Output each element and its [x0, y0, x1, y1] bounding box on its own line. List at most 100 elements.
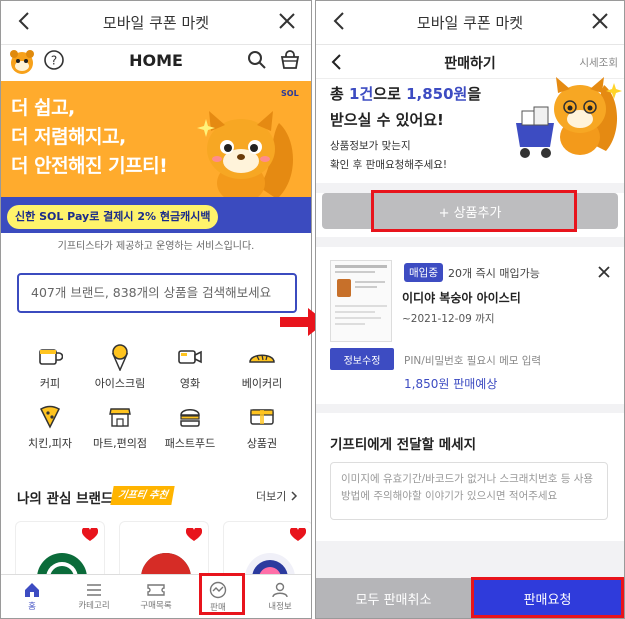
search-icon	[248, 51, 266, 69]
market-price-link[interactable]: 시세조회	[579, 55, 618, 70]
remove-item-button[interactable]	[598, 263, 610, 282]
coffee-cup-icon	[39, 349, 63, 365]
tab-home[interactable]: 홈	[1, 575, 63, 618]
headline-amount: 1,850원	[406, 85, 468, 103]
banner-promo-pill: 신한 SOL Pay로 결제시 2% 현금캐시백	[7, 205, 219, 229]
tab-my-info[interactable]: 내정보	[249, 575, 311, 618]
notice-line-1: 상품정보가 맞는지	[330, 140, 411, 152]
heart-icon[interactable]	[82, 528, 98, 542]
pizza-slice-icon	[40, 405, 60, 429]
sell-title: 판매하기	[444, 56, 496, 72]
headline-line-1: 총 1건으로 1,850원을	[330, 83, 481, 104]
cart-button[interactable]	[279, 49, 301, 75]
close-icon	[592, 13, 608, 29]
tab-sell[interactable]: 판매	[187, 575, 249, 618]
headline-line-2: 받으실 수 있어요!	[330, 111, 444, 129]
home-screen: 모바일 쿠폰 마켓 ? HOME 더 쉽고, 더 저렴해지고, 더 안전해진 기…	[0, 0, 312, 619]
tab-label: 구매목록	[140, 600, 172, 611]
item-expiry: ~2021-12-09 까지	[402, 313, 495, 325]
message-title: 기프티에게 전달할 메세지	[330, 437, 477, 453]
back-button[interactable]	[17, 11, 31, 35]
tab-purchases[interactable]: 구매목록	[125, 575, 187, 618]
app-title: 모바일 쿠폰 마켓	[416, 14, 524, 32]
back-button[interactable]	[332, 11, 346, 35]
person-icon	[272, 582, 288, 597]
category-label: 영화	[179, 377, 201, 390]
close-icon	[598, 266, 610, 278]
headline-suffix: 을	[467, 85, 482, 103]
sell-icon	[209, 581, 227, 598]
chevron-right-icon	[291, 491, 298, 501]
submit-sale-button[interactable]: 판매요청	[471, 578, 624, 618]
mascot-cart-icon	[516, 77, 622, 158]
sparkle-icon	[197, 119, 215, 137]
category-label: 아이스크림	[94, 377, 146, 390]
item-name: 이디야 복숭아 아이스티	[402, 291, 521, 305]
category-label: 마트,편의점	[92, 437, 148, 450]
cancel-all-button[interactable]: 모두 판매취소	[316, 578, 471, 618]
category-gift-card[interactable]: 상품권	[227, 403, 297, 451]
bread-icon	[249, 354, 275, 363]
search-input[interactable]: 407개 브랜드, 838개의 상품을 검색해보세요	[17, 273, 297, 313]
category-mart[interactable]: 마트,편의점	[85, 403, 155, 451]
brands-title: 나의 관심 브랜드	[17, 491, 114, 507]
service-info: 기프티스타가 제공하고 운영하는 서비스입니다.	[57, 241, 255, 252]
close-button[interactable]	[592, 13, 608, 33]
category-label: 치킨,피자	[28, 437, 72, 450]
heart-icon[interactable]	[186, 528, 202, 542]
basket-icon	[280, 50, 300, 69]
category-bakery[interactable]: 베이커리	[227, 343, 297, 391]
tab-label: 내정보	[268, 601, 292, 612]
ticket-icon	[147, 583, 165, 596]
category-fast-food[interactable]: 패스트푸드	[155, 403, 225, 451]
app-bar: 모바일 쿠폰 마켓	[1, 1, 311, 45]
gift-card-icon	[250, 409, 274, 425]
movie-camera-icon	[178, 350, 202, 364]
category-chicken-pizza[interactable]: 치킨,피자	[15, 403, 85, 451]
home-icon	[25, 582, 39, 597]
category-label: 상품권	[246, 437, 278, 450]
close-icon	[279, 13, 295, 29]
tab-label: 판매	[210, 602, 226, 613]
banner-line-1: 더 쉽고,	[11, 97, 75, 119]
heart-icon[interactable]	[290, 528, 306, 542]
section-divider	[316, 404, 624, 413]
brands-tag: 기프티 추천	[110, 486, 176, 505]
ice-cream-icon	[111, 344, 129, 371]
search-button[interactable]	[247, 50, 267, 74]
instant-buy-text: 20개 즉시 매입가능	[447, 266, 540, 280]
chevron-left-icon	[333, 12, 344, 30]
bottom-tab-bar: 홈 카테고리 구매목록 판매 내정보	[1, 574, 311, 618]
section-divider	[316, 183, 624, 193]
pin-memo-input[interactable]: PIN/비밀번호 필요시 메모 입력	[404, 353, 541, 368]
headline-mid: 으로	[373, 85, 407, 103]
category-coffee[interactable]: 커피	[15, 343, 85, 391]
category-movie[interactable]: 영화	[155, 343, 225, 391]
burger-icon	[180, 409, 200, 427]
app-title: 모바일 쿠폰 마켓	[102, 14, 210, 32]
bottom-spacer	[316, 541, 624, 580]
add-product-button[interactable]: + 상품추가	[322, 193, 618, 229]
message-textarea[interactable]: 이미지에 유효기간/바코드가 없거나 스크래치번호 등 사용방법에 주의해야할 …	[330, 462, 608, 520]
section-divider	[316, 237, 624, 247]
coupon-image-icon	[335, 265, 387, 325]
home-header: ? HOME	[1, 45, 311, 79]
category-label: 베이커리	[241, 377, 283, 390]
headline-prefix: 총	[330, 85, 350, 103]
category-ice-cream[interactable]: 아이스크림	[85, 343, 155, 391]
brands-more-link[interactable]: 더보기	[256, 488, 299, 504]
category-label: 커피	[39, 377, 61, 390]
banner-line-3: 더 안전해진 기프티!	[11, 155, 168, 177]
store-icon	[109, 408, 131, 427]
notice-line-2: 확인 후 판매요청해주세요!	[330, 159, 448, 171]
sell-header: 판매하기 시세조회	[316, 45, 624, 79]
chevron-left-icon	[18, 12, 29, 30]
edit-info-button[interactable]: 정보수정	[330, 348, 394, 370]
promo-banner[interactable]: 더 쉽고, 더 저렴해지고, 더 안전해진 기프티! SOL 신한 SOL Pa…	[1, 81, 311, 233]
banner-line-2: 더 저렴해지고,	[11, 126, 126, 148]
app-bar: 모바일 쿠폰 마켓	[316, 1, 624, 45]
tab-category[interactable]: 카테고리	[63, 575, 125, 618]
coupon-thumbnail[interactable]	[330, 260, 392, 342]
close-button[interactable]	[279, 13, 295, 33]
more-label: 더보기	[256, 490, 287, 503]
